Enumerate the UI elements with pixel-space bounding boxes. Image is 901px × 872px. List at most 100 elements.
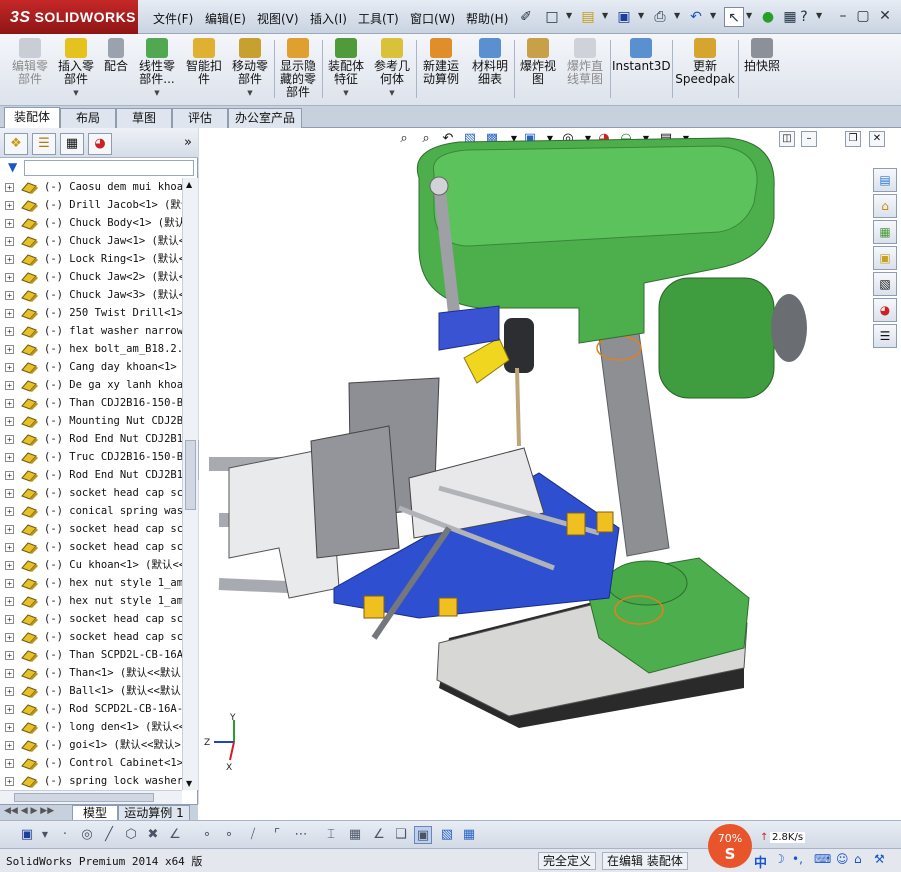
table-icon[interactable]: ▦ — [460, 826, 478, 844]
tree-item[interactable]: + (-) Truc CDJ2B16-150-B< — [0, 448, 182, 466]
angle-line-icon[interactable]: ∠ — [166, 826, 184, 844]
menu-insert[interactable]: 插入(I) — [310, 10, 347, 27]
open-folder-icon[interactable]: ▤ — [578, 7, 598, 27]
tree-item[interactable]: + (-) socket head cap scr — [0, 610, 182, 628]
move-component-button[interactable]: 移动零 部件 ▼ — [228, 38, 272, 100]
tree-item[interactable]: + (-) socket head cap scr — [0, 520, 182, 538]
tree-item[interactable]: + (-) Than<1> (默认<<默认 — [0, 664, 182, 682]
expand-plus-icon[interactable]: + — [5, 183, 14, 192]
help-icon[interactable]: ? — [794, 7, 814, 27]
polygon-icon[interactable]: ⬡ — [122, 826, 140, 844]
expand-plus-icon[interactable]: + — [5, 633, 14, 642]
expand-plus-icon[interactable]: + — [5, 741, 14, 750]
chevron-down-icon[interactable]: ▼ — [566, 11, 572, 20]
linear-pattern-button[interactable]: 线性零 部件... ▼ — [134, 38, 180, 100]
insert-components-button[interactable]: 插入零 部件 ▼ — [54, 38, 98, 100]
tab-model[interactable]: 模型 — [72, 805, 118, 821]
expand-plus-icon[interactable]: + — [5, 489, 14, 498]
trim-icon[interactable]: ✖ — [144, 826, 162, 844]
expand-plus-icon[interactable]: + — [5, 759, 14, 768]
menu-file[interactable]: 文件(F) — [153, 10, 193, 27]
dimension-icon[interactable]: ⌶ — [322, 826, 340, 844]
tree-item[interactable]: + (-) Than CDJ2B16-150-B< — [0, 394, 182, 412]
update-speedpak-button[interactable]: 更新 Speedpak — [674, 38, 736, 86]
chevron-down-icon[interactable]: ▼ — [54, 87, 98, 100]
chevron-down-icon[interactable]: ▼ — [324, 87, 368, 100]
scroll-thumb[interactable] — [185, 440, 196, 510]
grid-icon[interactable]: ▦ — [346, 826, 364, 844]
wrench-icon[interactable]: ⚒ — [874, 852, 885, 866]
tree-item[interactable]: + (-) Rod SCPD2L-CB-16A-5 — [0, 700, 182, 718]
design-library-icon[interactable]: ▦ — [873, 220, 897, 244]
expand-plus-icon[interactable]: + — [5, 255, 14, 264]
pin-icon[interactable]: ✐ — [516, 7, 536, 27]
expand-plus-icon[interactable]: + — [5, 327, 14, 336]
tree-item[interactable]: + (-) Chuck Jaw<1> (默认< — [0, 232, 182, 250]
tree-item[interactable]: + (-) De ga xy lanh khoan — [0, 376, 182, 394]
expand-plus-icon[interactable]: + — [5, 507, 14, 516]
sketch-tool-4-icon[interactable]: ⋯ — [292, 826, 310, 844]
tree-item[interactable]: + (-) Lock Ring<1> (默认< — [0, 250, 182, 268]
point-icon[interactable]: · — [56, 826, 74, 844]
custom-properties-icon[interactable]: ☰ — [873, 324, 897, 348]
expand-plus-icon[interactable]: + — [5, 579, 14, 588]
feature-manager-tab-icon[interactable]: ❖ — [4, 133, 28, 155]
maximize-icon[interactable]: ▢ — [854, 8, 872, 26]
expand-plus-icon[interactable]: + — [5, 309, 14, 318]
tree-item[interactable]: + (-) conical spring wash — [0, 502, 182, 520]
smart-fasteners-button[interactable]: 智能扣件 — [182, 38, 226, 86]
tree-vertical-scrollbar[interactable]: ▲ ▼ — [182, 178, 198, 790]
punctuation-icon[interactable]: •, — [792, 852, 803, 866]
tree-item[interactable]: + (-) Drill Jacob<1> (默认 — [0, 196, 182, 214]
expand-plus-icon[interactable]: + — [5, 543, 14, 552]
menu-tools[interactable]: 工具(T) — [358, 10, 399, 27]
expand-plus-icon[interactable]: + — [5, 435, 14, 444]
tree-item[interactable]: + (-) Ball<1> (默认<<默认 — [0, 682, 182, 700]
tree-item[interactable]: + (-) Cang day khoan<1> ( — [0, 358, 182, 376]
configuration-manager-tab-icon[interactable]: ▦ — [60, 133, 84, 155]
tree-item[interactable]: + (-) socket head cap scr — [0, 538, 182, 556]
take-snapshot-button[interactable]: 拍快照 — [740, 38, 784, 73]
expand-plus-icon[interactable]: + — [5, 381, 14, 390]
solidworks-resources-icon[interactable]: ▤ — [873, 168, 897, 192]
expand-plus-icon[interactable]: + — [5, 399, 14, 408]
chevron-down-icon[interactable]: ▼ — [228, 87, 272, 100]
tree-item[interactable]: + (-) hex bolt_am_B18.2.3 — [0, 340, 182, 358]
chevron-down-icon[interactable]: ▼ — [638, 11, 644, 20]
menu-edit[interactable]: 编辑(E) — [205, 10, 246, 27]
show-hidden-components-button[interactable]: 显示隐 藏的零 部件 — [276, 38, 320, 99]
line-icon[interactable]: ╱ — [100, 826, 118, 844]
expand-plus-icon[interactable]: + — [5, 219, 14, 228]
mate-button[interactable]: 配合 — [100, 38, 132, 73]
filter-icon[interactable]: ▼ — [8, 160, 17, 174]
chevron-down-icon[interactable]: ▼ — [746, 11, 752, 20]
tree-item[interactable]: + (-) hex nut style 1_am_ — [0, 592, 182, 610]
tree-item[interactable]: + (-) hex nut style 1_am_ — [0, 574, 182, 592]
ime-language[interactable]: 中 — [754, 852, 767, 871]
corner-icon[interactable]: ⌜ — [268, 826, 286, 844]
tree-item[interactable]: + (-) Than SCPD2L-CB-16A- — [0, 646, 182, 664]
sketch-tool-2-icon[interactable]: ∘ — [220, 826, 238, 844]
tree-item[interactable]: + (-) Caosu dem mui khoan — [0, 178, 182, 196]
expand-plus-icon[interactable]: + — [5, 273, 14, 282]
expand-plus-icon[interactable]: + — [5, 669, 14, 678]
scroll-down-icon[interactable]: ▼ — [186, 779, 192, 788]
bill-of-materials-button[interactable]: 材料明 细表 — [468, 38, 512, 86]
expand-plus-icon[interactable]: + — [5, 777, 14, 786]
sketch-tool-3-icon[interactable]: ⧸ — [244, 826, 262, 844]
chevron-down-icon[interactable]: ▼ — [602, 11, 608, 20]
save-icon[interactable]: ▣ — [614, 7, 634, 27]
skin-shirt-icon[interactable]: ⌂ — [854, 852, 862, 866]
expand-plus-icon[interactable]: + — [5, 597, 14, 606]
expand-plus-icon[interactable]: + — [5, 201, 14, 210]
shaded-cube-icon[interactable]: ▣ — [414, 826, 432, 844]
half-width-moon-icon[interactable]: ☽ — [774, 852, 785, 866]
expand-plus-icon[interactable]: + — [5, 525, 14, 534]
rebuild-traffic-light-icon[interactable]: ● — [758, 7, 778, 27]
cube-wireframe-icon[interactable]: ❑ — [392, 826, 410, 844]
display-manager-tab-icon[interactable]: ◕ — [88, 133, 112, 155]
file-explorer-icon[interactable]: ▣ — [873, 246, 897, 270]
tree-item[interactable]: + (-) spring lock washer_ — [0, 772, 182, 790]
keyboard-icon[interactable]: ⌨ — [814, 852, 831, 866]
view-tool-icon[interactable]: ▧ — [438, 826, 456, 844]
